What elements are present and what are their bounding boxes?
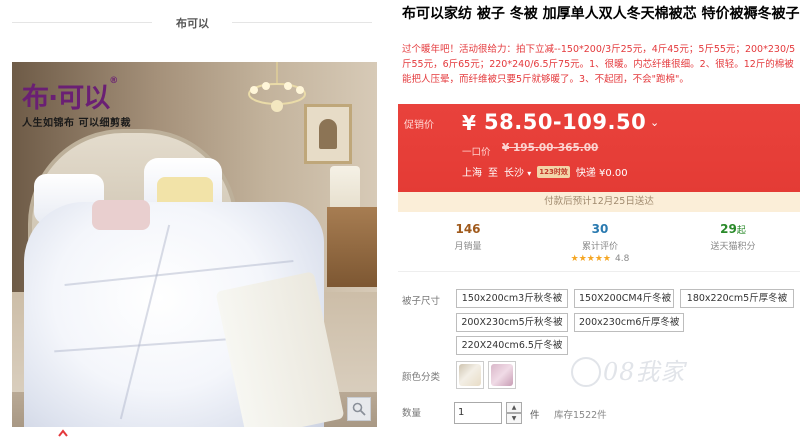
rating: ★★★★★ 4.8 [535, 254, 665, 264]
color-label: 颜色分类 [402, 372, 441, 383]
delivery-badge: 123时效 [537, 165, 570, 178]
monthly-sales-label: 月销量 [454, 242, 482, 252]
points-label: 送天猫积分 [710, 242, 756, 252]
brand-logo: 布·可以® [22, 76, 118, 114]
nightstand-graphic [327, 207, 377, 287]
quantity-label: 数量 [402, 408, 422, 419]
wall-painting-graphic [304, 104, 352, 164]
promo-price: 58.50-109.50 [484, 110, 647, 134]
watermark-logo-icon [571, 357, 601, 387]
chevron-down-icon[interactable]: ⌄ [650, 116, 659, 129]
shop-name[interactable]: 布可以 [0, 15, 385, 31]
points-value: 29起 [720, 222, 746, 236]
monthly-sales: 146 月销量 [403, 222, 533, 252]
chevron-down-icon: ▾ [527, 169, 532, 178]
list-price-label: 一口价 [462, 147, 491, 158]
pink-pillow-graphic [92, 200, 150, 230]
stock-count: 库存1522件 [554, 410, 607, 421]
size-option[interactable]: 180x220cm5斤厚冬被 [680, 289, 794, 308]
quantity-input[interactable]: 1 [454, 402, 502, 424]
gallery-column: 布可以 布·可以® 人生如锦布 可以细剪裁 [0, 0, 385, 438]
size-option[interactable]: 200x230cm6斤厚冬被 [574, 313, 684, 332]
reviews-label: 累计评价 [581, 242, 618, 252]
delivery-notice: 付款后预计12月25日送达 [398, 192, 800, 212]
ship-to-selector[interactable]: 长沙 ▾ [504, 164, 531, 179]
price-panel: 促销价 ¥ 58.50-109.50 ⌄ 一口价 ¥ 195.00-365.00… [398, 104, 800, 192]
size-option[interactable]: 150x200cm3斤秋冬被 [456, 289, 568, 308]
ship-from: 上海 [462, 168, 482, 179]
monthly-sales-value: 146 [455, 222, 481, 236]
shop-header: 布可以 [0, 0, 385, 46]
magnifier-icon [352, 402, 366, 416]
size-option[interactable]: 220X240cm6.5斤冬被 [456, 336, 568, 355]
tmall-points: 29起 送天猫积分 [668, 222, 798, 252]
size-option[interactable]: 150X200CM4斤冬被 [574, 289, 674, 308]
shipping-fee: 快递 ¥0.00 [575, 168, 628, 179]
size-option[interactable]: 200X230cm5斤秋冬被 [456, 313, 568, 332]
lamp-graphic [330, 166, 360, 208]
reviews[interactable]: 30 累计评价 ★★★★★ 4.8 [535, 222, 665, 264]
product-title: 布可以家纺 被子 冬被 加厚单人双人冬天棉被芯 特价被褥冬被子 [402, 6, 800, 22]
list-price: ¥ 195.00-365.00 [502, 142, 599, 154]
shipping-row: 上海 至 长沙 ▾ 123时效 快递 ¥0.00 [462, 164, 628, 179]
ship-to-word: 至 [488, 168, 498, 179]
color-swatch-pink[interactable] [488, 361, 516, 389]
color-swatch-white[interactable] [456, 361, 484, 389]
quantity-increase-button[interactable]: ▲ [506, 402, 522, 413]
reviews-value[interactable]: 30 [535, 222, 665, 236]
rating-score: 4.8 [615, 254, 630, 264]
watermark: 08我家 [603, 358, 686, 386]
size-label: 被子尺寸 [402, 296, 441, 307]
promo-price-label: 促销价 [404, 120, 434, 131]
quantity-unit: 件 [530, 410, 540, 421]
chandelier-graphic [248, 62, 306, 112]
quantity-decrease-button[interactable]: ▼ [506, 413, 522, 424]
product-main-image[interactable]: 布·可以® 人生如锦布 可以细剪裁 [12, 62, 377, 427]
brand-slogan: 人生如锦布 可以细剪裁 [22, 118, 131, 129]
product-subtitle: 过个暖年吧！活动很给力：拍下立减--150*200/3斤25元，4斤45元；5斤… [402, 44, 796, 85]
stats-bar: 146 月销量 30 累计评价 ★★★★★ 4.8 29起 送天猫积分 [398, 212, 800, 272]
zoom-button[interactable] [347, 397, 371, 421]
price-currency: ¥ [462, 111, 476, 135]
caret-up-icon[interactable] [58, 428, 68, 438]
star-rating-icon: ★★★★★ [570, 254, 611, 264]
